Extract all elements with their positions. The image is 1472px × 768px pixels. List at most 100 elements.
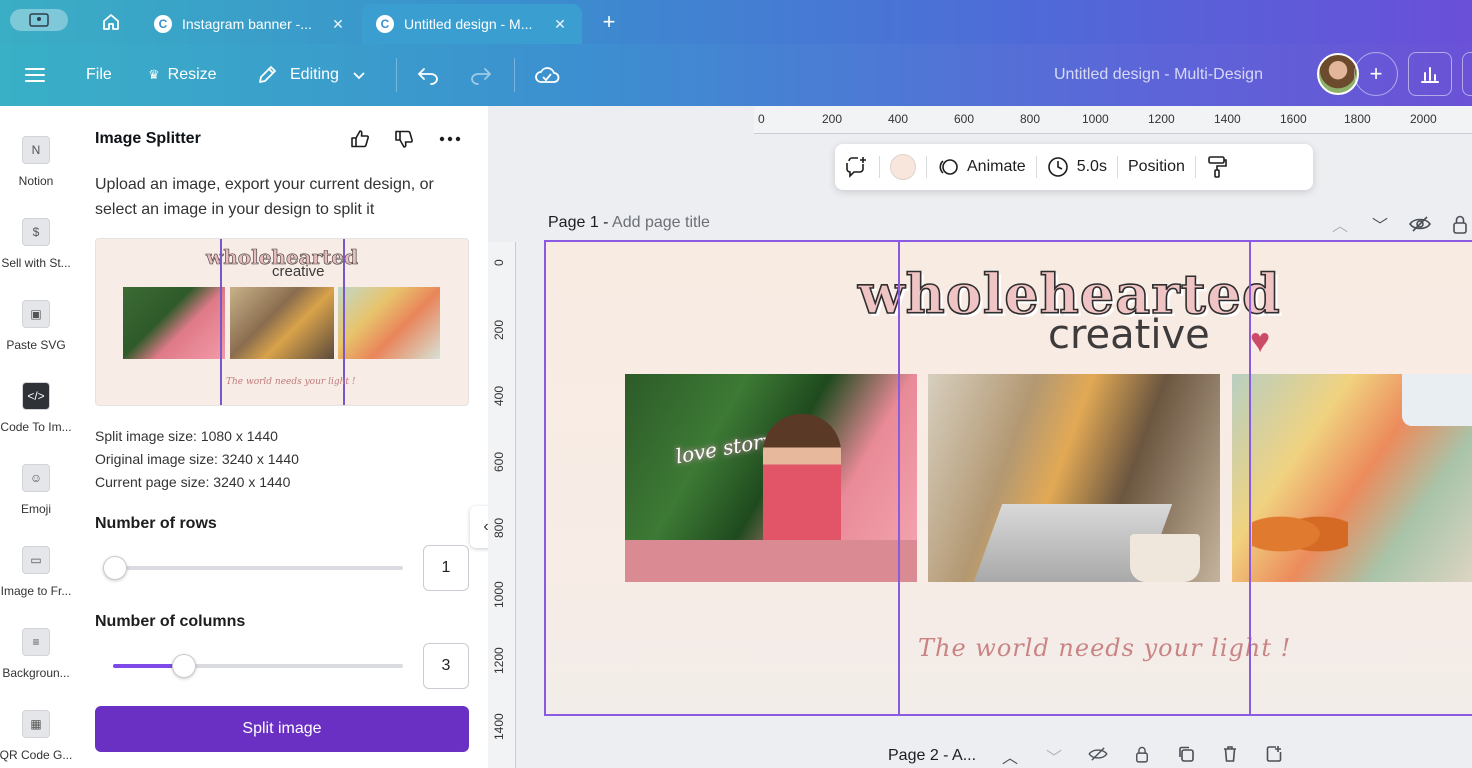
split-preview-thumbnail: wholehearted creative The world needs yo… (95, 238, 469, 406)
rail-item-code-to-image[interactable]: </> Code To Im... (0, 382, 72, 462)
add-page-icon[interactable] (1264, 745, 1284, 768)
split-image-size: Split image size: 1080 x 1440 (95, 428, 278, 444)
trash-icon[interactable] (1220, 745, 1240, 768)
share-button-edge[interactable] (1462, 52, 1472, 96)
animate-button[interactable]: Animate (927, 144, 1036, 190)
color-swatch-button[interactable] (880, 144, 926, 190)
photo-laptop-hands[interactable] (928, 374, 1220, 582)
browser-tab-untitled[interactable]: C Untitled design - M... ✕ (362, 4, 582, 44)
design-canvas-area: 0 200 400 600 800 1000 1200 1400 1600 18… (488, 106, 1472, 768)
avatar[interactable] (1317, 53, 1359, 95)
redo-icon[interactable] (469, 44, 493, 106)
lock-icon[interactable] (1448, 212, 1472, 236)
rail-item-background[interactable]: ≡ Backgroun... (0, 628, 72, 708)
position-button[interactable]: Position (1118, 144, 1195, 190)
document-title[interactable]: Untitled design - Multi-Design (1054, 44, 1263, 106)
page-2-controls: Page 2 - A... ︿ ﹀ (888, 744, 1284, 768)
rail-item-label: Backgroun... (2, 666, 70, 680)
insights-button[interactable] (1408, 52, 1452, 96)
resize-button[interactable]: ♛ Resize (148, 44, 217, 106)
emoji-icon: ☺ (22, 464, 50, 492)
rail-item-qr-code[interactable]: ▦ QR Code G... (0, 710, 72, 768)
close-tab-icon[interactable]: ✕ (552, 16, 568, 33)
preview-photo-journal (338, 287, 440, 359)
photo-art-journal[interactable] (1232, 374, 1472, 582)
close-tab-icon[interactable]: ✕ (330, 16, 346, 33)
page-2-label[interactable]: Page 2 - A... (888, 747, 976, 765)
undo-icon[interactable] (416, 44, 440, 106)
panel-title: Image Splitter (95, 130, 201, 147)
ruler-tick: 1600 (1280, 112, 1307, 126)
clock-icon (1047, 157, 1068, 177)
design-tagline-text[interactable]: The world needs your light ! (918, 634, 1291, 662)
editing-mode-dropdown[interactable]: Editing (256, 44, 367, 106)
ruler-tick: 1200 (1148, 112, 1175, 126)
page-1-label[interactable]: Page 1 - Add page title (548, 214, 710, 232)
ruler-tick: 400 (888, 112, 909, 126)
rail-item-label: Paste SVG (6, 338, 66, 352)
editing-label: Editing (290, 66, 339, 83)
rail-item-paste-svg[interactable]: ▣ Paste SVG (0, 300, 72, 380)
rows-slider-thumb[interactable] (103, 556, 127, 580)
cloud-saved-icon[interactable] (534, 44, 560, 106)
current-page-size: Current page size: 3240 x 1440 (95, 474, 291, 490)
more-options-icon[interactable] (437, 126, 463, 152)
profile-switcher-icon[interactable] (10, 9, 68, 31)
rail-item-notion[interactable]: N Notion (0, 136, 72, 216)
hide-page-icon[interactable] (1408, 212, 1432, 236)
page-1-prefix: Page 1 - (548, 214, 613, 231)
columns-slider[interactable] (113, 654, 403, 678)
photo-woman-balloons[interactable]: love story (625, 374, 917, 582)
hamburger-menu-icon[interactable] (24, 44, 48, 106)
element-floating-toolbar: Animate 5.0s Position (835, 144, 1313, 190)
rail-item-image-to-frame[interactable]: ▭ Image to Fr... (0, 546, 72, 626)
chevron-up-icon[interactable]: ︿ (1328, 212, 1352, 236)
preview-photo-woman (123, 287, 225, 359)
horizontal-ruler: 0 200 400 600 800 1000 1200 1400 1600 18… (754, 106, 1472, 134)
thumbs-down-icon[interactable] (391, 126, 417, 152)
animate-icon (939, 159, 958, 175)
rail-item-sell-with-stripe[interactable]: $ Sell with St... (0, 218, 72, 298)
columns-input[interactable]: 3 (423, 643, 469, 689)
paint-roller-icon[interactable] (1196, 144, 1238, 190)
rail-item-label: Image to Fr... (0, 584, 72, 598)
hide-page-icon[interactable] (1088, 746, 1108, 766)
heart-icon[interactable]: ♥ (1250, 322, 1270, 361)
rows-slider[interactable] (103, 556, 403, 580)
crown-icon: ♛ (148, 67, 160, 82)
design-subtitle-text[interactable]: creative (1048, 312, 1210, 358)
ruler-tick: 1400 (492, 713, 506, 740)
thumbs-up-icon[interactable] (347, 126, 373, 152)
page-title-placeholder[interactable]: Add page title (612, 214, 710, 231)
chevron-down-icon[interactable]: ﹀ (1368, 212, 1392, 236)
split-guide-line (898, 242, 900, 714)
rail-item-label: Sell with St... (1, 256, 71, 270)
image-frame-icon: ▭ (22, 546, 50, 574)
new-tab-icon[interactable]: + (596, 9, 622, 35)
vertical-ruler: 0 200 400 600 800 1000 1200 1400 (488, 242, 516, 768)
chevron-down-icon[interactable]: ﹀ (1044, 744, 1064, 768)
ruler-tick: 2000 (1410, 112, 1437, 126)
rail-item-emoji[interactable]: ☺ Emoji (0, 464, 72, 544)
paint-jar (1402, 374, 1472, 426)
columns-slider-thumb[interactable] (172, 654, 196, 678)
browser-tab-instagram[interactable]: C Instagram banner -... ✕ (140, 4, 360, 44)
file-menu-button[interactable]: File (86, 44, 112, 106)
toolbar-divider (396, 58, 397, 92)
lock-icon[interactable] (1132, 745, 1152, 768)
ruler-tick: 1800 (1344, 112, 1371, 126)
duration-button[interactable]: 5.0s (1037, 144, 1117, 190)
duplicate-page-icon[interactable] (1176, 745, 1196, 768)
add-collaborator-button[interactable]: + (1354, 52, 1398, 96)
rail-item-label: Notion (18, 174, 54, 188)
chevron-up-icon[interactable]: ︿ (1000, 744, 1020, 768)
preview-split-guide (220, 239, 222, 405)
ruler-tick: 200 (492, 319, 506, 340)
animate-label: Animate (967, 158, 1026, 175)
comment-add-icon[interactable] (835, 144, 879, 190)
home-icon[interactable] (98, 10, 124, 34)
split-image-button[interactable]: Split image (95, 706, 469, 752)
design-page-1[interactable]: wholehearted creative ♥ love story The w… (544, 240, 1472, 716)
rows-input[interactable]: 1 (423, 545, 469, 591)
color-swatch (890, 154, 916, 180)
